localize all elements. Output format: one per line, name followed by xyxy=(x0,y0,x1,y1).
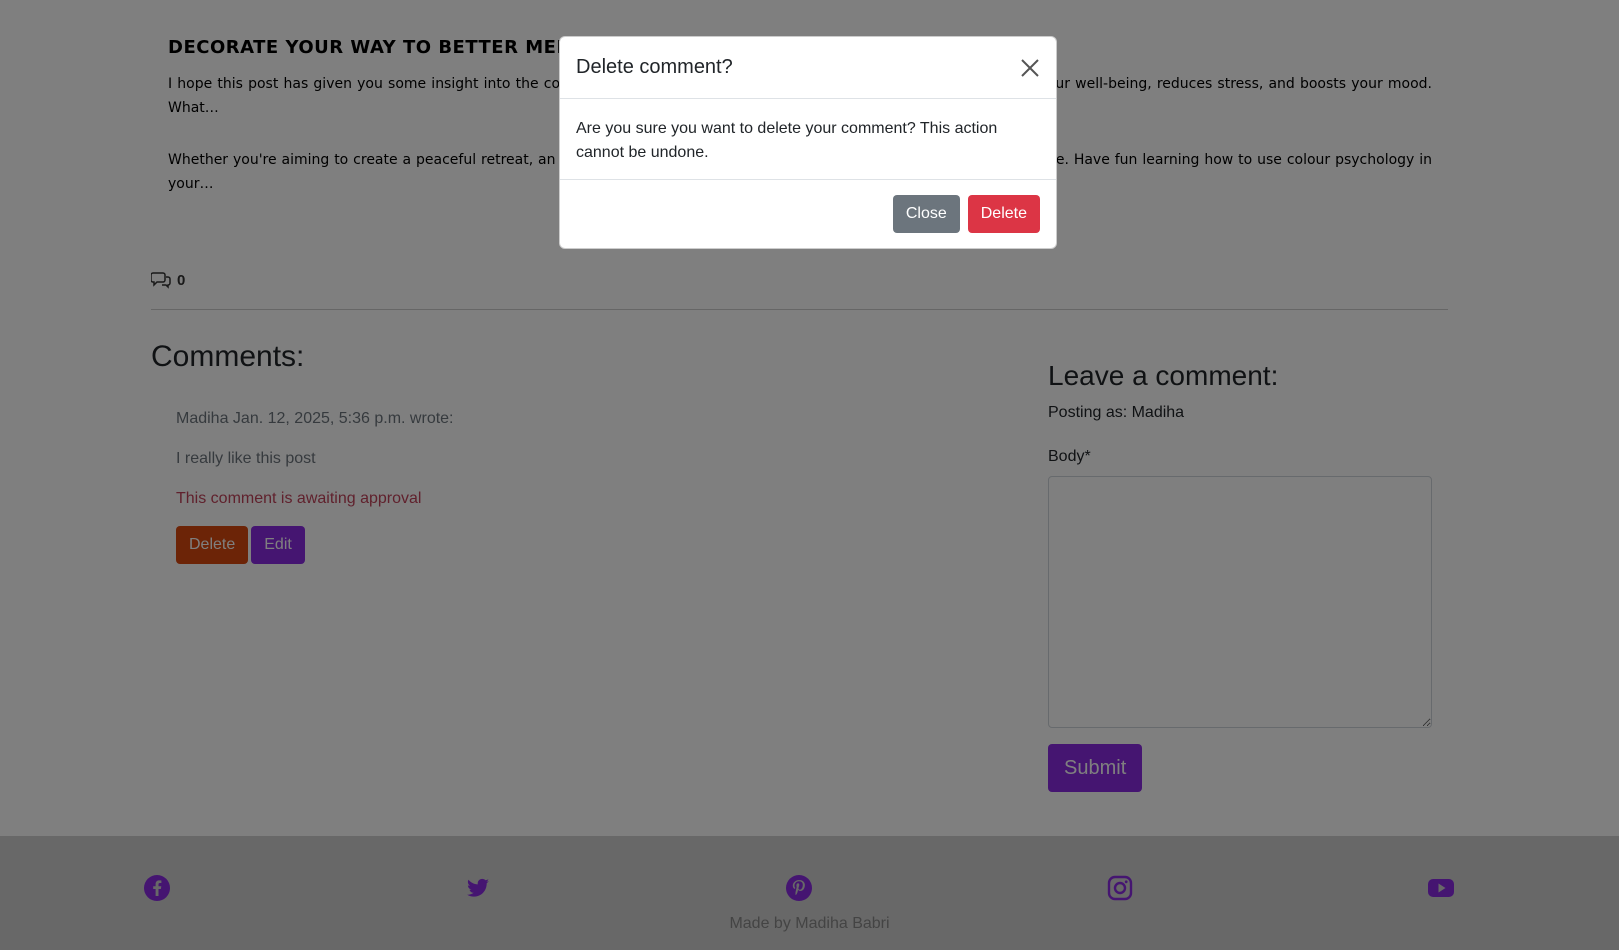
delete-comment-modal: Delete comment? Are you sure you want to… xyxy=(559,36,1057,249)
modal-message: Are you sure you want to delete your com… xyxy=(560,99,1056,180)
close-icon[interactable] xyxy=(1018,56,1042,80)
confirm-delete-button[interactable]: Delete xyxy=(967,195,1040,233)
modal-footer: Close Delete xyxy=(560,180,1056,248)
modal-title: Delete comment? xyxy=(576,56,733,78)
close-button[interactable]: Close xyxy=(892,195,960,233)
modal-header: Delete comment? xyxy=(560,37,1056,99)
